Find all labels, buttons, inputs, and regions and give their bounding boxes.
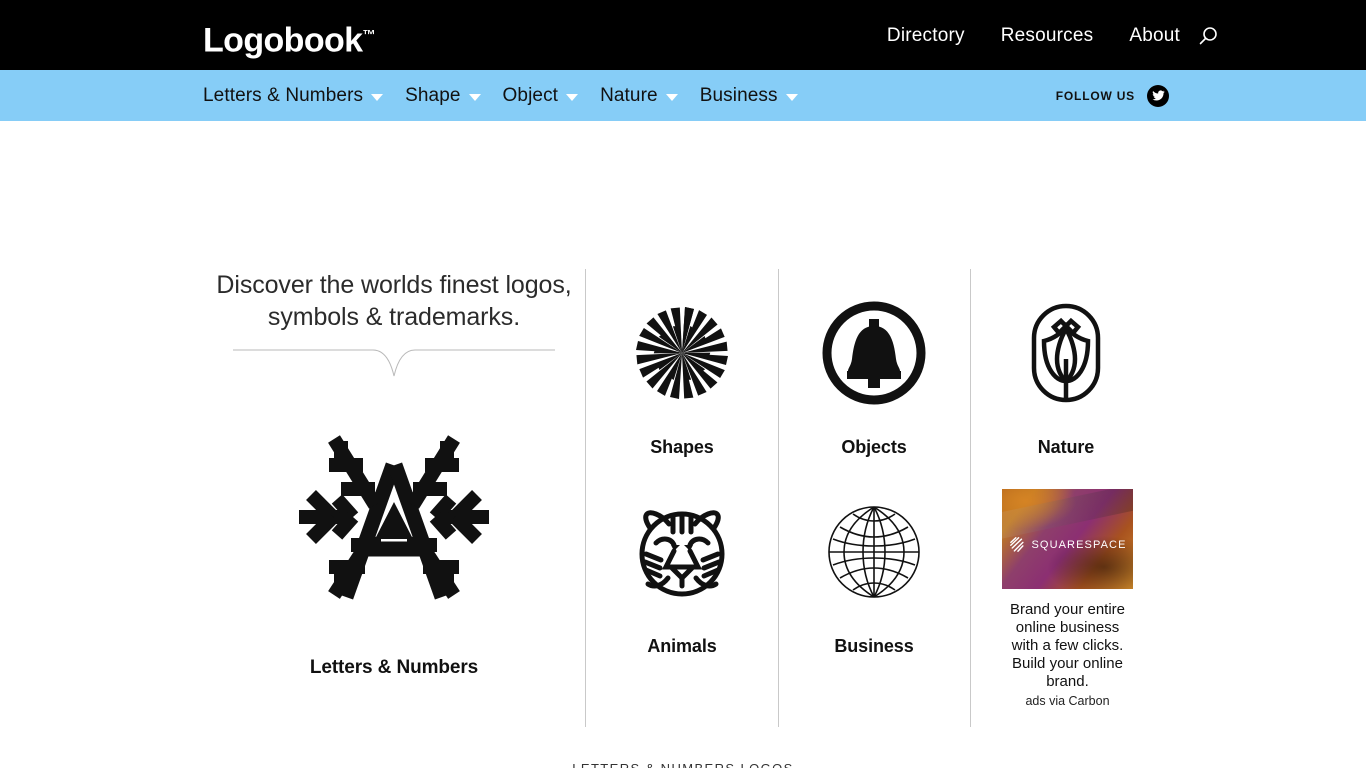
radial-burst-icon [587,291,777,415]
squarespace-icon [1010,537,1025,552]
hero-section: Discover the worlds finest logos, symbol… [203,269,585,679]
hero-tagline: Discover the worlds finest logos, symbol… [216,271,572,331]
category-nav-label: Object [502,84,559,106]
tulip-icon [971,291,1161,415]
chevron-down-icon [566,93,579,101]
nav-item-directory[interactable]: Directory [887,24,965,48]
search-icon[interactable] [1195,24,1221,50]
column-divider-1 [585,269,586,727]
nav-item-resources[interactable]: Resources [1001,24,1094,48]
category-tile-label: Objects [841,437,907,457]
category-nav-label: Business [699,84,778,106]
featured-logo-snowflake-letter-a[interactable] [203,415,585,615]
squarespace-logo: SQUARESPACE [1002,536,1133,553]
category-tile-label: Animals [647,636,717,656]
category-nav: Letters & Numbers Shape Object Nature Bu… [203,70,798,121]
category-nav-nature[interactable]: Nature [600,85,678,107]
category-tile-label: Business [834,636,914,656]
top-header-bar: Logobook™ Directory Resources About [0,0,1366,70]
category-tile-objects[interactable]: Objects [779,291,969,458]
chevron-down-icon [665,93,678,101]
category-tile-animals[interactable]: Animals [587,490,777,657]
category-tile-label: Shapes [650,437,714,457]
section-title: LETTERS & NUMBERS LOGOS [203,761,1163,768]
category-nav-label: Letters & Numbers [203,84,364,106]
site-logo-text: Logobook [203,21,363,60]
category-nav-business[interactable]: Business [700,85,798,107]
primary-nav: Directory Resources About [887,24,1180,48]
trademark-symbol: ™ [362,27,376,42]
category-nav-shape[interactable]: Shape [405,84,481,107]
bell-in-circle-icon [779,291,969,415]
category-nav-bar: Letters & Numbers Shape Object Nature Bu… [0,70,1366,143]
category-tile-business[interactable]: Business [779,490,969,657]
follow-us-label: FOLLOW US [1055,88,1135,103]
ad-brand-label: SQUARESPACE [1031,538,1127,551]
ad-copy[interactable]: Brand your entire online business with a… [1002,601,1133,691]
tiger-face-icon [587,490,777,614]
category-nav-label: Nature [600,84,658,106]
category-nav-object[interactable]: Object [503,85,579,107]
chevron-down-icon [371,93,384,101]
category-nav-label: Shape [405,84,461,106]
category-tile-label: Nature [1037,437,1095,457]
category-nav-letters-numbers[interactable]: Letters & Numbers [203,84,384,107]
chevron-down-icon [785,93,798,101]
category-tile-nature[interactable]: Nature [971,291,1161,458]
featured-category-label: Letters & Numbers [309,657,479,678]
twitter-icon[interactable] [1147,84,1169,107]
globe-icon [779,490,969,614]
section-header: LETTERS & NUMBERS LOGOS [203,761,1163,768]
advertisement: SQUARESPACE Brand your entire online bus… [1002,489,1133,708]
decorative-divider [233,349,555,377]
chevron-down-icon [468,93,481,101]
category-tile-shapes[interactable]: Shapes [587,291,777,458]
ad-attribution[interactable]: ads via Carbon [1002,694,1133,708]
ad-banner-image[interactable]: SQUARESPACE [1002,489,1133,589]
main-content: Discover the worlds finest logos, symbol… [0,121,1366,768]
site-logo[interactable]: Logobook™ [203,14,376,61]
follow-us-group: FOLLOW US [1056,70,1169,121]
nav-item-about[interactable]: About [1129,24,1180,48]
